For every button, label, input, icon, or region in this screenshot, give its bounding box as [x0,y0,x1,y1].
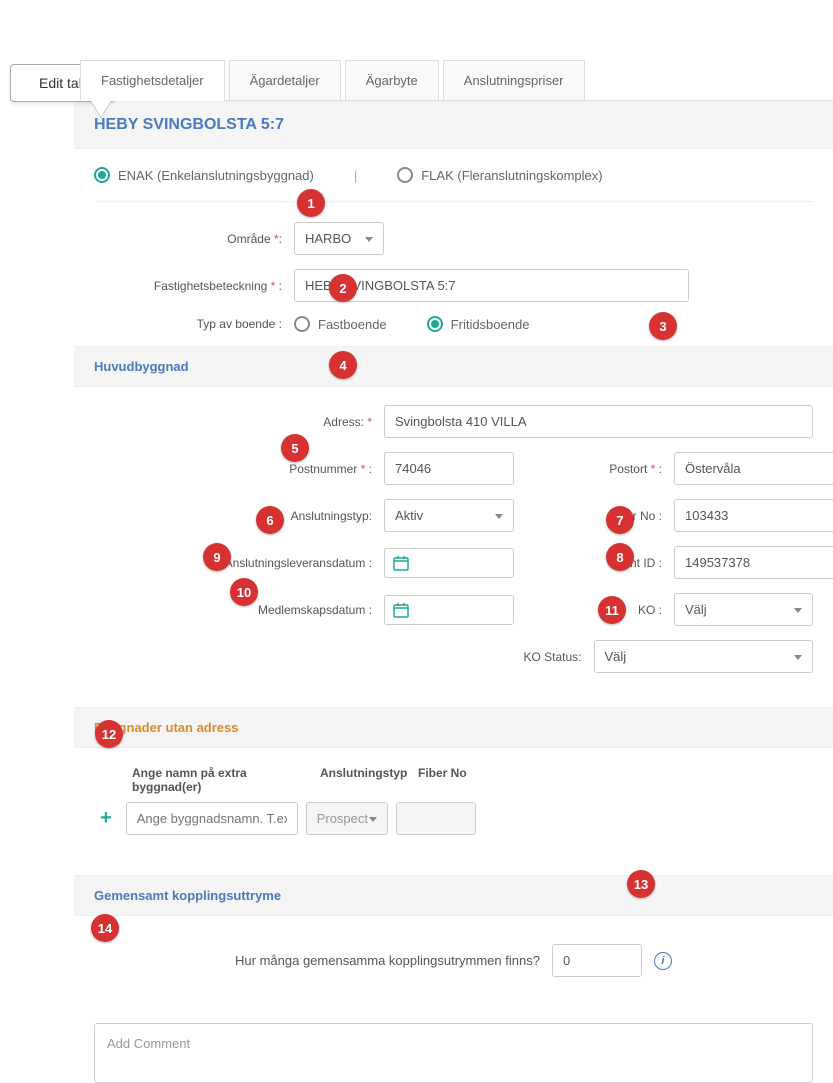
omrade-select[interactable]: HARBO [294,222,384,255]
badge-7: 7 [606,506,634,534]
badge-2: 2 [329,274,357,302]
pointid-input[interactable] [674,546,833,579]
anslutningsleveransdatum-input[interactable] [384,548,514,578]
extra-col3: Fiber No [418,766,498,794]
typ-av-boende-label: Typ av boende : [94,317,294,331]
radio-flak-label: FLAK (Fleranslutningskomplex) [421,168,602,183]
fastighetsbeteckning-label: Fastighetsbeteckning * : [94,279,294,293]
radio-fastboende[interactable]: Fastboende [294,316,387,332]
postnummer-label: Postnummer * : [94,462,384,476]
badge-9: 9 [203,543,231,571]
radio-flak[interactable]: FLAK (Fleranslutningskomplex) [397,167,602,183]
tabs: Fastighetsdetaljer Ägardetaljer Ägarbyte… [80,60,833,101]
radio-enak-label: ENAK (Enkelanslutningsbyggnad) [118,168,314,183]
kostatus-select[interactable]: Välj [594,640,814,673]
radio-fritidsboende[interactable]: Fritidsboende [427,316,530,332]
comment-textarea[interactable]: Add Comment [94,1023,813,1083]
separator: | [354,168,357,183]
badge-13: 13 [627,870,655,898]
radio-enak[interactable]: ENAK (Enkelanslutningsbyggnad) [94,167,314,183]
badge-11: 11 [598,596,626,624]
huvudbyggnad-header: Huvudbyggnad [74,346,833,387]
anslutningstyp-select[interactable]: Aktiv [384,499,514,532]
byggnader-utan-adress-header: Byggnader utan adress [74,707,833,748]
page-title: HEBY SVINGBOLSTA 5:7 [74,101,833,149]
omrade-label: Område *: [94,232,294,246]
anslutningstyp-label: Anslutningstyp: [94,509,384,523]
tab-agarbyte[interactable]: Ägarbyte [345,60,439,101]
anslutningsleveransdatum-label: Anslutningsleveransdatum : [94,556,384,570]
badge-5: 5 [281,434,309,462]
adress-input[interactable] [384,405,813,438]
calendar-icon [393,555,409,571]
badge-3: 3 [649,312,677,340]
fiberno-input[interactable] [674,499,833,532]
panel: HEBY SVINGBOLSTA 5:7 ENAK (Enkelanslutni… [10,100,833,1083]
divider [94,201,813,202]
badge-1: 1 [297,189,325,217]
adress-label: Adress: * [94,415,384,429]
tab-fastighetsdetaljer[interactable]: Fastighetsdetaljer [80,60,225,101]
radio-icon [294,316,310,332]
badge-14: 14 [91,914,119,942]
badge-8: 8 [606,543,634,571]
radio-icon [427,316,443,332]
tab-agardetaljer[interactable]: Ägardetaljer [229,60,341,101]
gemensamt-question: Hur många gemensamma kopplingsutrymmen f… [235,953,540,968]
kostatus-label: KO Status: [474,650,594,664]
extra-col1: Ange namn på extra byggnad(er) [132,766,312,794]
tab-anslutningspriser[interactable]: Anslutningspriser [443,60,585,101]
add-building-button[interactable]: + [94,807,118,830]
ko-select[interactable]: Välj [674,593,813,626]
radio-icon [94,167,110,183]
badge-4: 4 [329,351,357,379]
badge-6: 6 [256,506,284,534]
extra-anslutningstyp-select[interactable]: Prospect [306,802,388,835]
info-icon[interactable]: i [654,952,672,970]
badge-10: 10 [230,578,258,606]
radio-icon [397,167,413,183]
gemensamt-count-input[interactable] [552,944,642,977]
gemensamt-header: Gemensamt kopplingsuttryme [74,875,833,916]
extra-col2: Anslutningstyp [320,766,410,794]
extra-building-name-input[interactable] [126,802,298,835]
postort-label: Postort * : [554,462,674,476]
comment-placeholder: Add Comment [107,1036,190,1051]
postnummer-input[interactable] [384,452,514,485]
extra-fiberno-input[interactable] [396,802,476,835]
connection-type-row: ENAK (Enkelanslutningsbyggnad) | FLAK (F… [74,149,833,201]
medlemskapsdatum-input[interactable] [384,595,514,625]
badge-12: 12 [95,720,123,748]
postort-input[interactable] [674,452,833,485]
calendar-icon [393,602,409,618]
